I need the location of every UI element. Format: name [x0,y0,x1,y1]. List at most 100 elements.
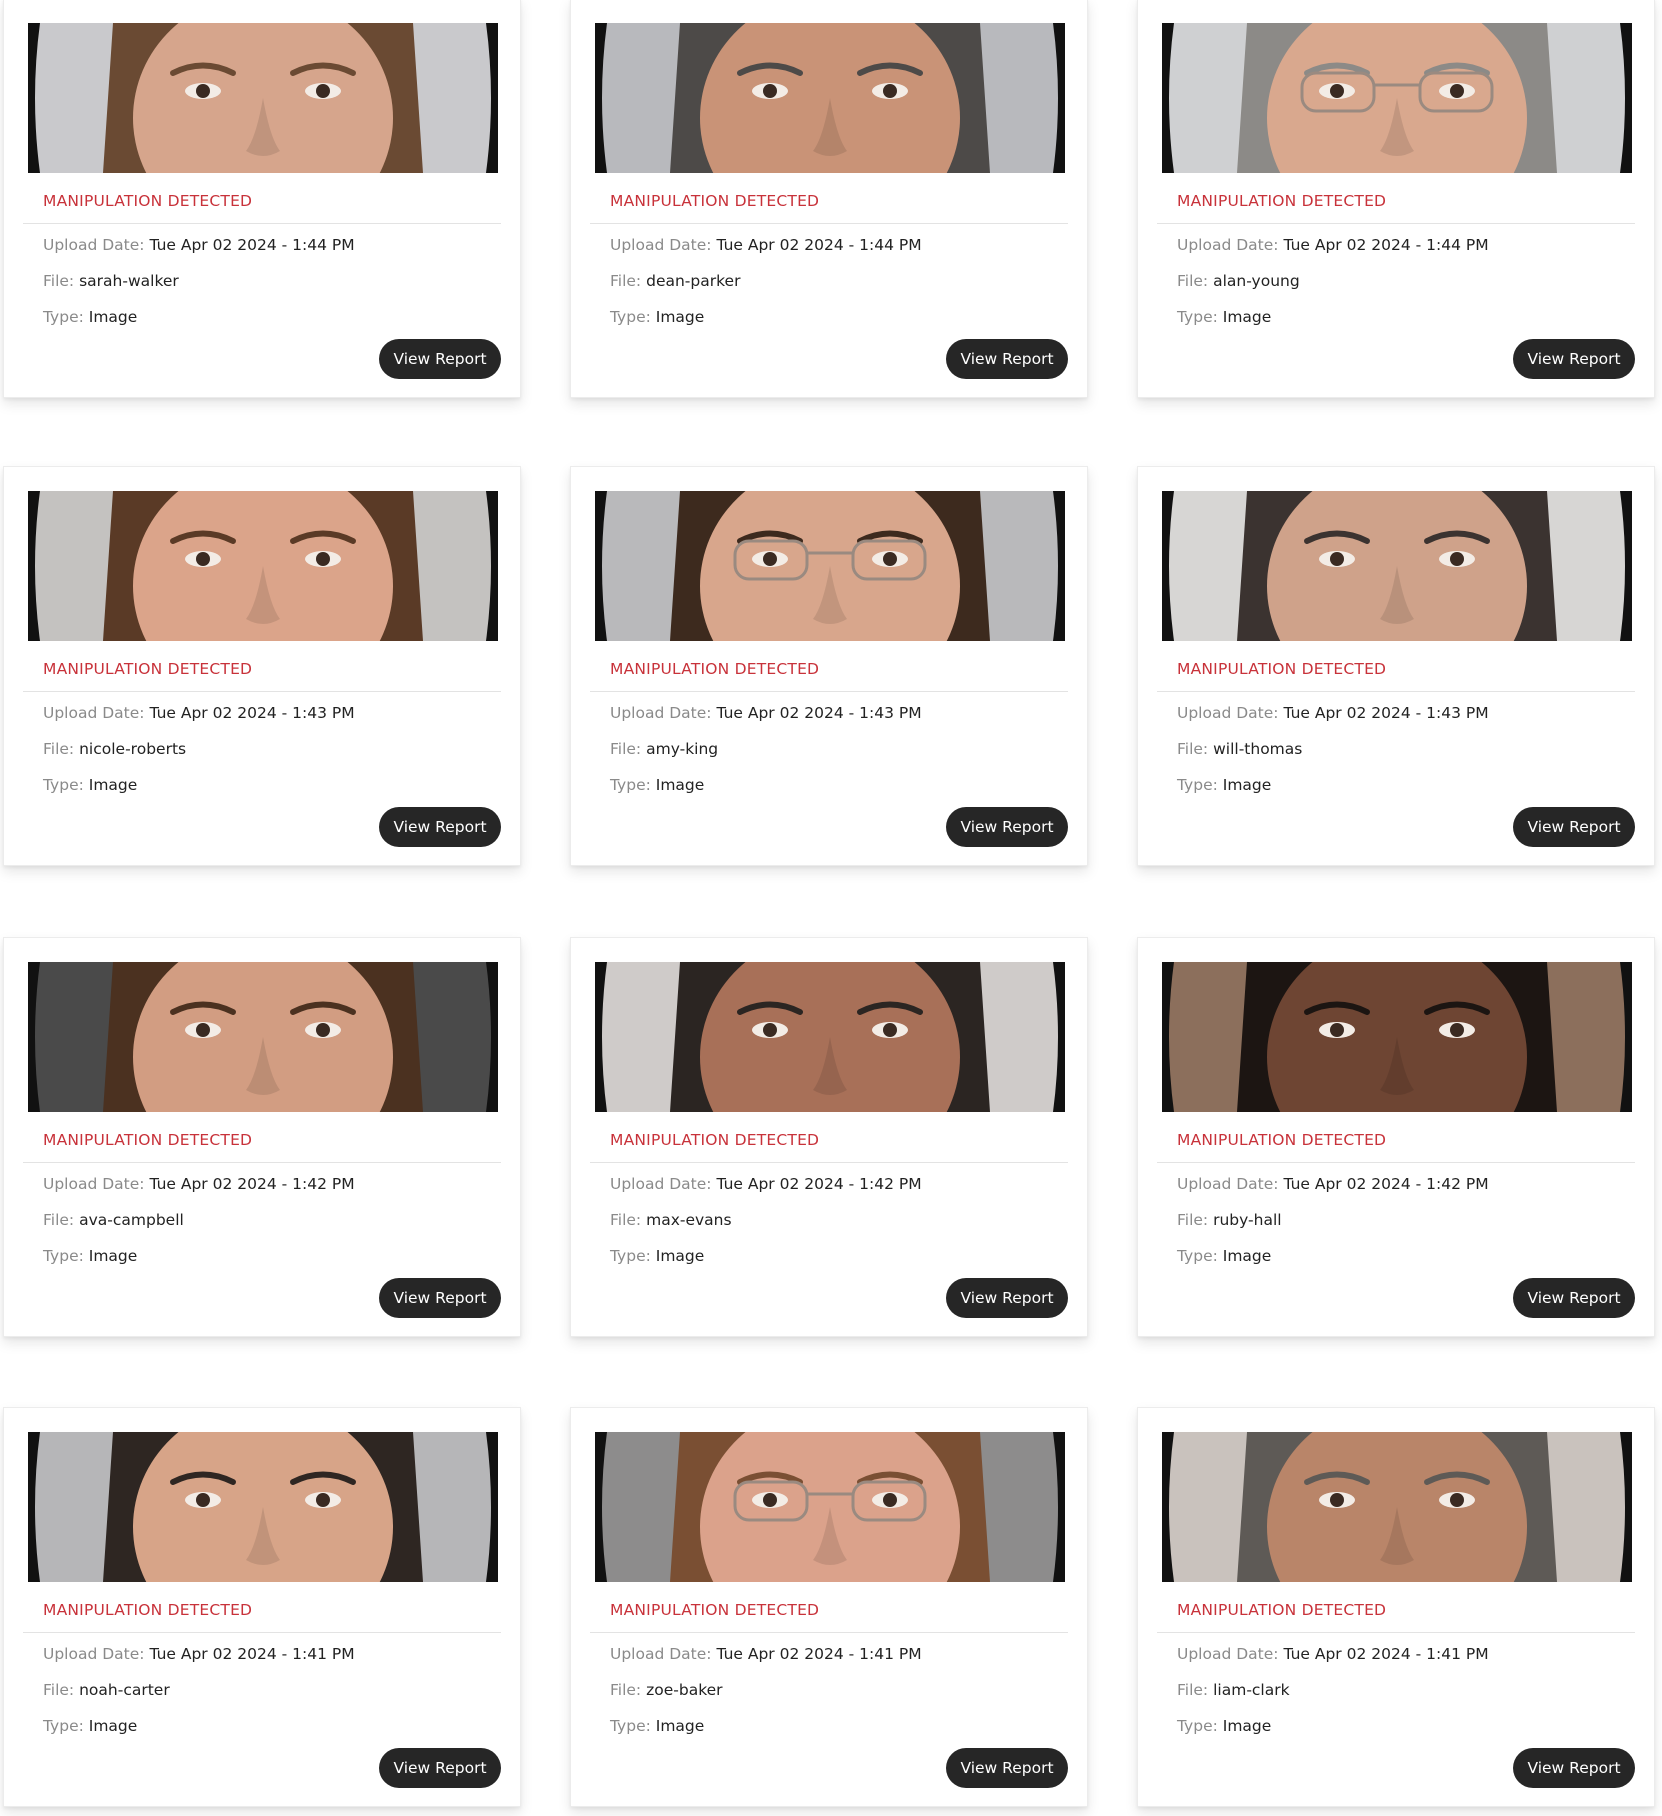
file-row: File: ruby-hall [1177,1211,1282,1229]
face-photo-graphic [1162,23,1632,173]
type-value: Image [655,1247,705,1265]
file-label: File: [43,272,75,290]
face-photo [1162,1432,1632,1582]
upload-date-row: Upload Date: Tue Apr 02 2024 - 1:43 PM [1177,704,1489,722]
file-label: File: [610,1211,642,1229]
type-value: Image [88,1717,138,1735]
report-card: MANIPULATION DETECTED Upload Date: Tue A… [1137,466,1655,866]
file-row: File: ava-campbell [43,1211,184,1229]
divider [590,223,1068,224]
upload-date-value: Tue Apr 02 2024 - 1:41 PM [1283,1645,1489,1663]
status-label: MANIPULATION DETECTED [1177,660,1387,678]
upload-date-row: Upload Date: Tue Apr 02 2024 - 1:43 PM [610,704,922,722]
report-grid: MANIPULATION DETECTED Upload Date: Tue A… [0,0,1662,1816]
face-photo-graphic [1162,491,1632,641]
type-label: Type: [1177,308,1218,326]
upload-date-value: Tue Apr 02 2024 - 1:44 PM [149,236,355,254]
upload-date-row: Upload Date: Tue Apr 02 2024 - 1:44 PM [610,236,922,254]
file-row: File: liam-clark [1177,1681,1290,1699]
view-report-button[interactable]: View Report [1513,339,1635,379]
type-label: Type: [43,308,84,326]
upload-date-row: Upload Date: Tue Apr 02 2024 - 1:41 PM [610,1645,922,1663]
report-card: MANIPULATION DETECTED Upload Date: Tue A… [570,937,1088,1337]
type-value: Image [1222,1717,1272,1735]
upload-date-label: Upload Date: [1177,236,1279,254]
divider [1157,691,1635,692]
type-value: Image [88,1247,138,1265]
divider [23,691,501,692]
status-label: MANIPULATION DETECTED [610,1601,820,1619]
file-value: alan-young [1213,272,1300,290]
view-report-button[interactable]: View Report [1513,807,1635,847]
view-report-button[interactable]: View Report [946,339,1068,379]
divider [23,1632,501,1633]
type-value: Image [88,776,138,794]
view-report-button[interactable]: View Report [946,807,1068,847]
face-photo [28,491,498,641]
status-label: MANIPULATION DETECTED [1177,1131,1387,1149]
type-row: Type: Image [610,1247,704,1265]
view-report-button[interactable]: View Report [1513,1748,1635,1788]
view-report-button[interactable]: View Report [1513,1278,1635,1318]
report-card: MANIPULATION DETECTED Upload Date: Tue A… [3,1407,521,1807]
type-label: Type: [43,776,84,794]
type-row: Type: Image [610,776,704,794]
type-value: Image [88,308,138,326]
view-report-button[interactable]: View Report [946,1278,1068,1318]
upload-date-row: Upload Date: Tue Apr 02 2024 - 1:43 PM [43,704,355,722]
type-label: Type: [610,776,651,794]
upload-date-row: Upload Date: Tue Apr 02 2024 - 1:42 PM [610,1175,922,1193]
file-value: ava-campbell [79,1211,184,1229]
type-row: Type: Image [43,308,137,326]
divider [23,1162,501,1163]
upload-date-value: Tue Apr 02 2024 - 1:41 PM [149,1645,355,1663]
face-photo [1162,491,1632,641]
file-row: File: will-thomas [1177,740,1302,758]
upload-date-label: Upload Date: [1177,1645,1279,1663]
face-photo-graphic [28,962,498,1112]
upload-date-row: Upload Date: Tue Apr 02 2024 - 1:41 PM [1177,1645,1489,1663]
face-photo [28,23,498,173]
face-photo [28,962,498,1112]
upload-date-value: Tue Apr 02 2024 - 1:42 PM [716,1175,922,1193]
upload-date-label: Upload Date: [43,704,145,722]
face-photo [595,962,1065,1112]
type-label: Type: [610,1717,651,1735]
divider [590,1162,1068,1163]
face-photo [1162,23,1632,173]
upload-date-label: Upload Date: [43,236,145,254]
face-photo [28,1432,498,1582]
divider [590,691,1068,692]
face-photo-graphic [28,23,498,173]
file-label: File: [1177,1211,1209,1229]
upload-date-label: Upload Date: [1177,1175,1279,1193]
file-row: File: amy-king [610,740,718,758]
upload-date-value: Tue Apr 02 2024 - 1:43 PM [716,704,922,722]
view-report-button[interactable]: View Report [379,1278,501,1318]
face-photo-graphic [595,1432,1065,1582]
file-label: File: [1177,272,1209,290]
status-label: MANIPULATION DETECTED [610,192,820,210]
report-card: MANIPULATION DETECTED Upload Date: Tue A… [570,466,1088,866]
file-value: max-evans [646,1211,732,1229]
file-value: liam-clark [1213,1681,1290,1699]
view-report-button[interactable]: View Report [946,1748,1068,1788]
type-row: Type: Image [1177,1247,1271,1265]
view-report-button[interactable]: View Report [379,339,501,379]
file-row: File: sarah-walker [43,272,179,290]
upload-date-label: Upload Date: [610,1645,712,1663]
divider [1157,223,1635,224]
view-report-button[interactable]: View Report [379,807,501,847]
face-photo-graphic [595,491,1065,641]
file-label: File: [1177,740,1209,758]
type-row: Type: Image [610,308,704,326]
upload-date-row: Upload Date: Tue Apr 02 2024 - 1:41 PM [43,1645,355,1663]
divider [590,1632,1068,1633]
type-label: Type: [43,1717,84,1735]
divider [1157,1632,1635,1633]
type-label: Type: [610,1247,651,1265]
upload-date-value: Tue Apr 02 2024 - 1:44 PM [1283,236,1489,254]
type-label: Type: [1177,1717,1218,1735]
status-label: MANIPULATION DETECTED [610,1131,820,1149]
view-report-button[interactable]: View Report [379,1748,501,1788]
